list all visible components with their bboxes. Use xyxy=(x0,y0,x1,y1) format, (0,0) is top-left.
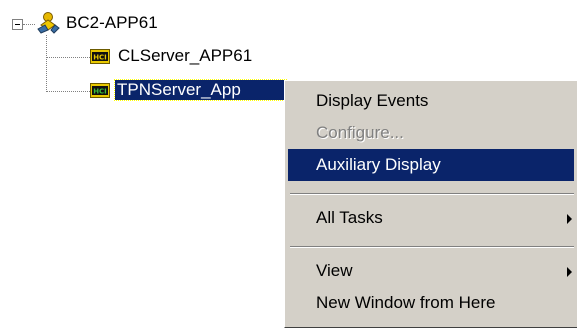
menu-item-all-tasks[interactable]: All Tasks xyxy=(288,202,574,234)
menu-item-label: All Tasks xyxy=(316,208,383,227)
submenu-arrow-icon xyxy=(567,267,572,277)
svg-text:HCI: HCI xyxy=(93,54,107,62)
menu-item-label: Display Events xyxy=(316,91,429,110)
submenu-arrow-icon xyxy=(567,214,572,224)
menu-item-label: Auxiliary Display xyxy=(316,155,441,174)
menu-item-auxiliary-display[interactable]: Auxiliary Display xyxy=(288,149,574,181)
tree-connector xyxy=(46,91,90,92)
menu-item-configure: Configure... xyxy=(288,117,574,149)
tree-connector xyxy=(46,35,47,92)
menu-item-label: Configure... xyxy=(316,123,404,142)
context-menu: Display Events Configure... Auxiliary Di… xyxy=(284,80,577,328)
menu-item-label: View xyxy=(316,261,353,280)
menu-item-display-events[interactable]: Display Events xyxy=(288,85,574,117)
tree-item-tpnserver[interactable]: TPNServer_App xyxy=(114,79,287,101)
menu-separator xyxy=(290,193,574,195)
hci-icon[interactable]: HCI xyxy=(90,83,110,98)
menu-separator xyxy=(290,246,574,248)
menu-item-label: New Window from Here xyxy=(316,293,496,312)
server-node-icon[interactable] xyxy=(35,11,61,35)
menu-item-new-window-from-here[interactable]: New Window from Here xyxy=(288,287,574,319)
tree-root-label[interactable]: BC2-APP61 xyxy=(66,13,158,33)
collapse-toggle[interactable] xyxy=(12,19,23,30)
hci-icon[interactable]: HCI xyxy=(90,49,110,64)
svg-text:HCI: HCI xyxy=(93,88,107,96)
tree-item-clserver[interactable]: CLServer_APP61 xyxy=(118,46,252,66)
menu-item-view[interactable]: View xyxy=(288,255,574,287)
tree-connector xyxy=(46,57,90,58)
tree-connector xyxy=(23,24,35,25)
